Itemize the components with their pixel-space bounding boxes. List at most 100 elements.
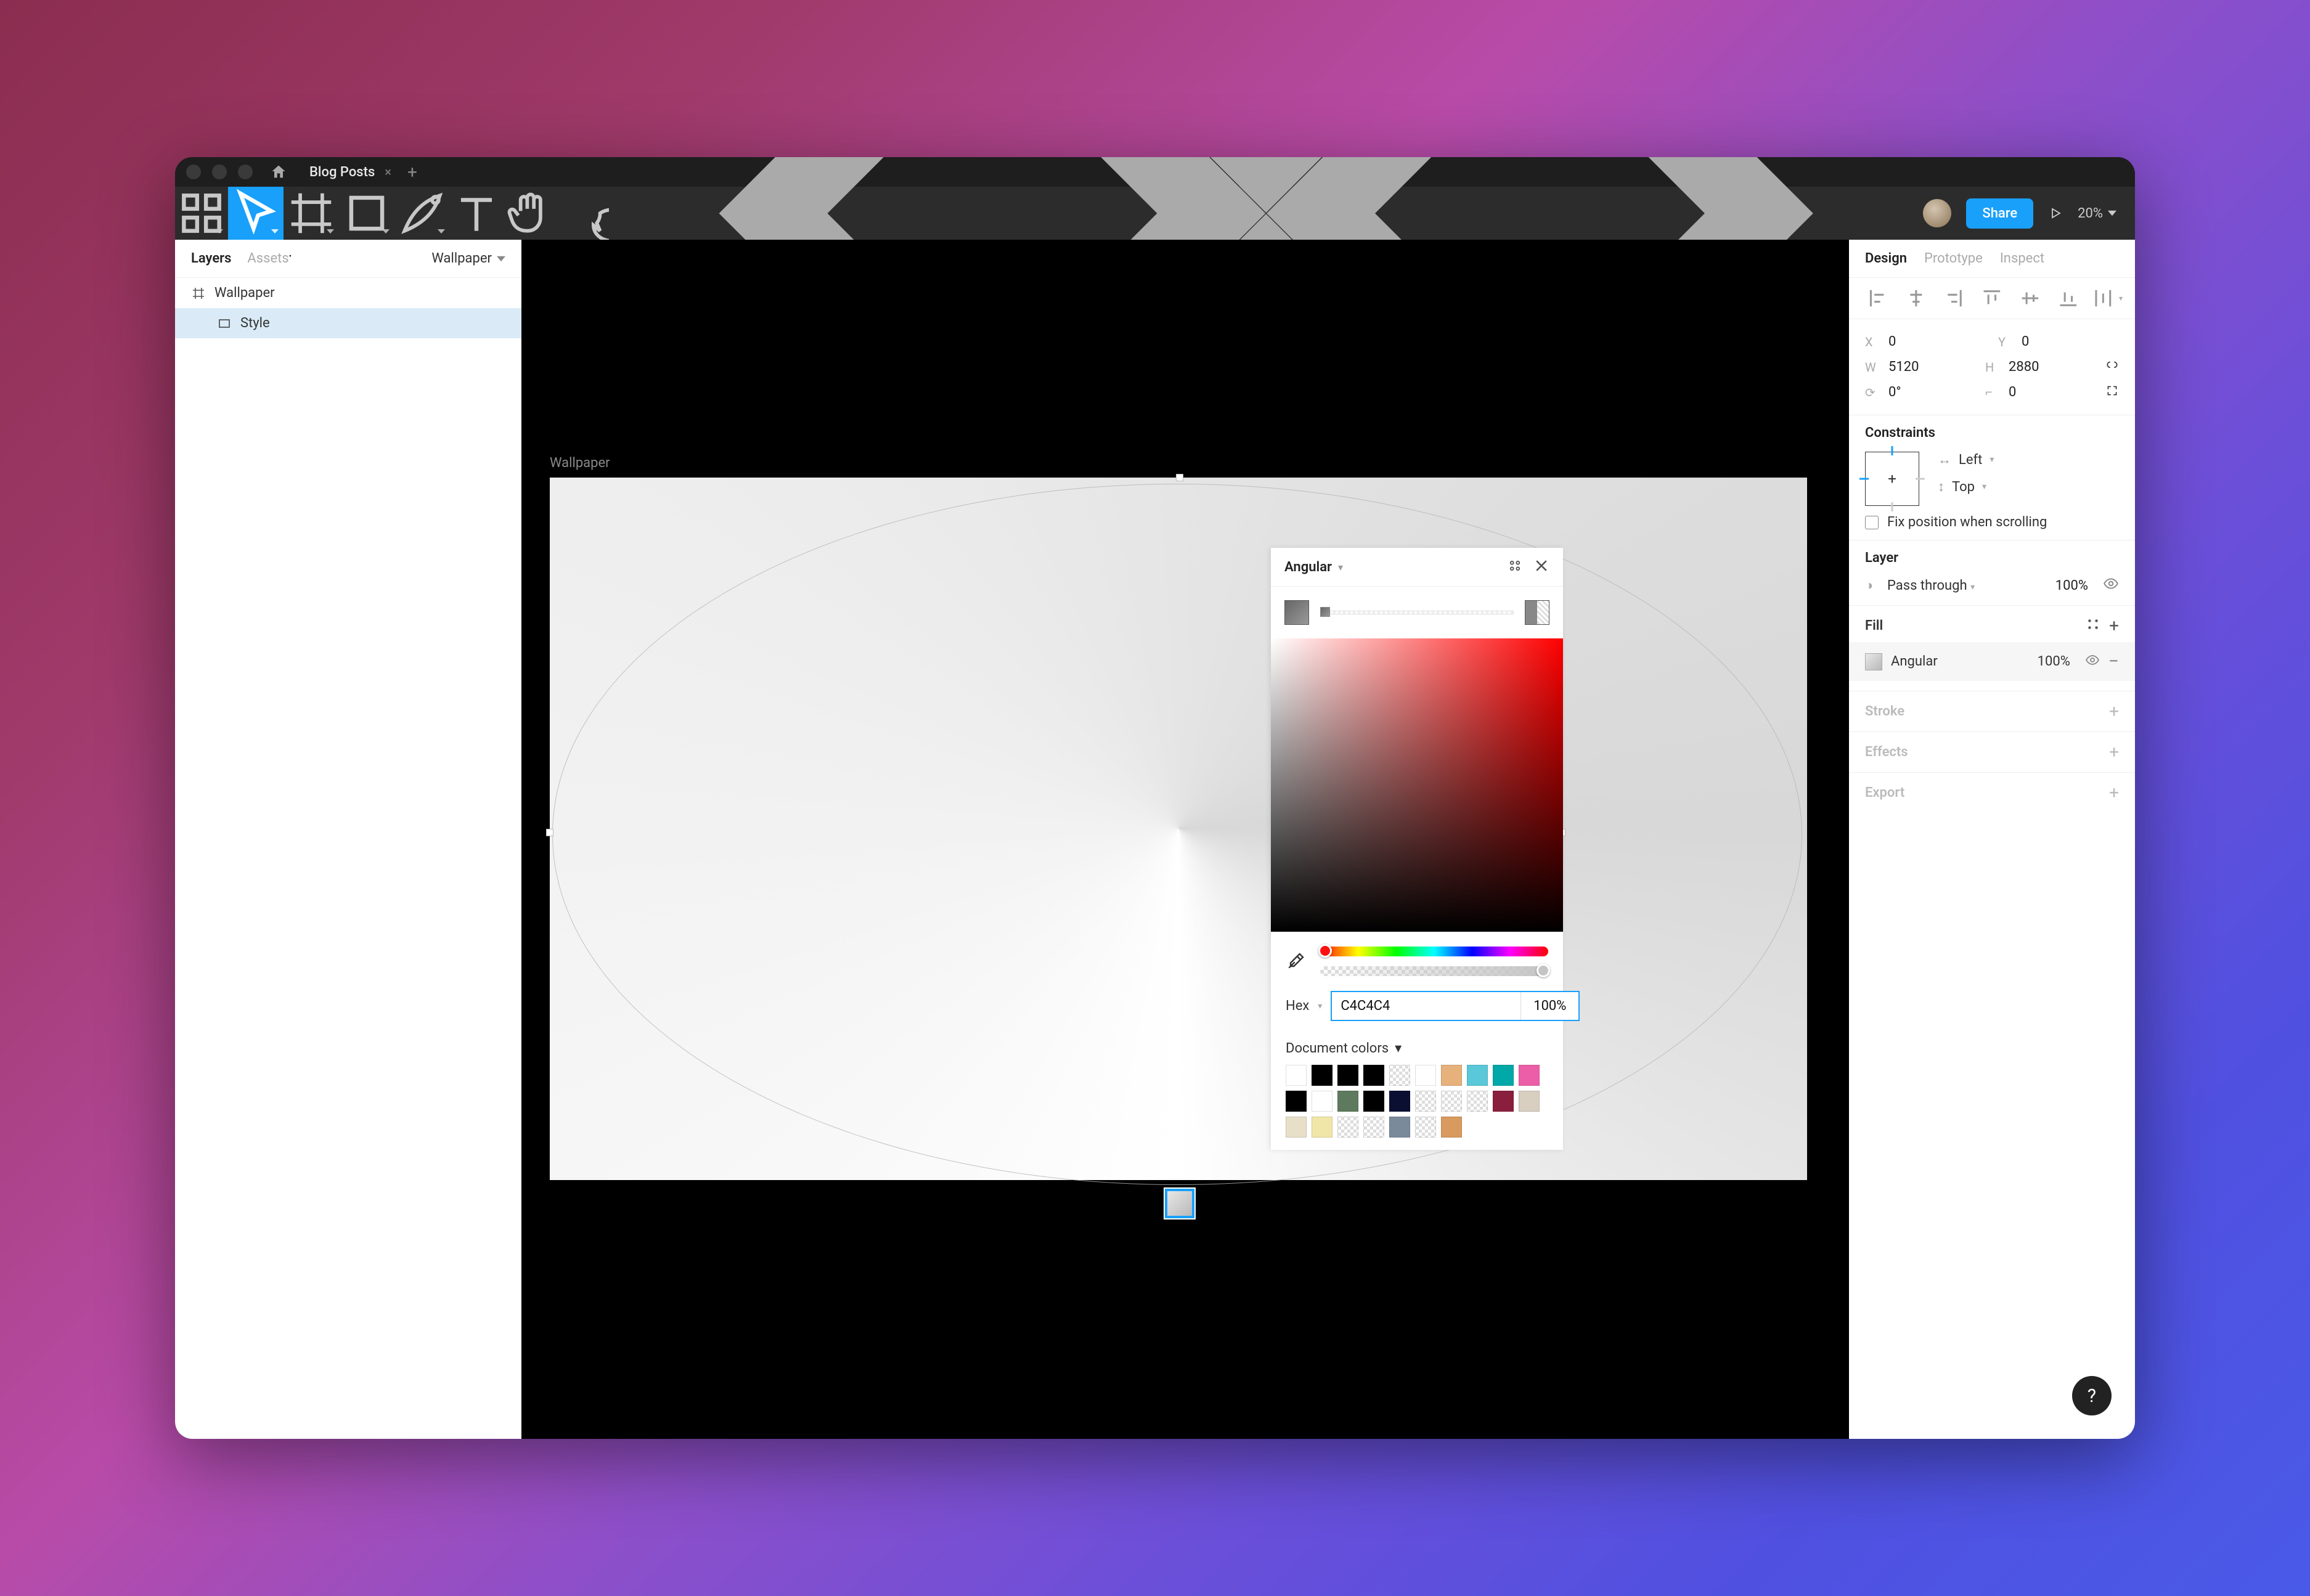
share-button[interactable]: Share [1966, 198, 2033, 229]
color-swatch[interactable] [1441, 1091, 1462, 1112]
add-fill-icon[interactable]: + [2109, 616, 2119, 636]
saturation-value-area[interactable] [1271, 638, 1563, 932]
align-right-icon[interactable] [1937, 287, 1970, 310]
color-swatch[interactable] [1467, 1065, 1488, 1086]
align-left-icon[interactable] [1861, 287, 1895, 310]
hex-label[interactable]: Hex [1286, 998, 1309, 1014]
color-swatch[interactable] [1389, 1065, 1410, 1086]
page-selector[interactable]: Wallpaper [431, 251, 505, 266]
canvas-ellipse[interactable] [552, 484, 1802, 1185]
close-dot[interactable] [186, 165, 201, 179]
h-value[interactable]: 2880 [2009, 359, 2093, 375]
align-bottom-icon[interactable] [2052, 287, 2085, 310]
color-swatch[interactable] [1363, 1065, 1384, 1086]
color-swatch[interactable] [1286, 1091, 1307, 1112]
x-value[interactable]: 0 [1888, 334, 1986, 349]
document-colors-label[interactable]: Document colors ▾ [1286, 1041, 1548, 1056]
add-stroke-icon[interactable]: + [2109, 701, 2119, 722]
tab-design[interactable]: Design [1865, 251, 1907, 266]
style-icon[interactable] [2087, 618, 2099, 634]
move-tool[interactable] [228, 187, 284, 240]
avatar[interactable] [1923, 199, 1951, 227]
color-swatch[interactable] [1415, 1065, 1436, 1086]
rotation-value[interactable]: 0° [1888, 385, 1973, 400]
opacity-knob[interactable] [1537, 964, 1550, 977]
constraints-widget[interactable]: + [1865, 452, 1919, 506]
color-swatch[interactable] [1337, 1091, 1358, 1112]
comment-tool[interactable] [556, 187, 609, 240]
canvas[interactable]: Wallpaper Angular ▾ [521, 240, 1849, 1439]
visibility-icon[interactable] [2085, 653, 2100, 671]
color-swatch[interactable] [1337, 1065, 1358, 1086]
color-swatch[interactable] [1519, 1091, 1540, 1112]
color-swatch[interactable] [1467, 1091, 1488, 1112]
color-panel-title[interactable]: Angular [1284, 560, 1332, 575]
hex-input[interactable] [1332, 992, 1520, 1020]
color-swatch[interactable] [1363, 1091, 1384, 1112]
close-tab-icon[interactable]: × [385, 165, 391, 179]
gradient-flip-button[interactable] [1525, 600, 1549, 625]
effects-section[interactable]: Effects+ [1849, 732, 2135, 773]
styles-icon[interactable] [1508, 558, 1522, 576]
blend-mode-select[interactable]: Pass through ▾ [1887, 578, 2047, 593]
zoom-dropdown[interactable]: 20% [2078, 206, 2116, 221]
link-dimensions-icon[interactable] [2105, 359, 2119, 376]
align-top-icon[interactable] [1975, 287, 2009, 310]
home-icon[interactable] [270, 163, 287, 181]
stroke-section[interactable]: Stroke+ [1849, 691, 2135, 732]
frame-label[interactable]: Wallpaper [550, 455, 610, 471]
gradient-swatch-button[interactable] [1284, 600, 1309, 625]
distribute-icon[interactable]: ▾ [2089, 287, 2123, 310]
fill-swatch[interactable] [1865, 653, 1882, 670]
color-swatch[interactable] [1441, 1065, 1462, 1086]
color-swatch[interactable] [1415, 1117, 1436, 1138]
tab-inspect[interactable]: Inspect [2000, 251, 2044, 266]
color-swatch[interactable] [1363, 1117, 1384, 1138]
gradient-stops-slider[interactable] [1320, 609, 1514, 616]
fill-row[interactable]: Angular 100% − [1849, 642, 2135, 681]
present-icon[interactable] [2048, 206, 2063, 221]
layer-opacity[interactable]: 100% [2055, 578, 2088, 593]
align-vcenter-icon[interactable] [2014, 287, 2047, 310]
pen-tool[interactable] [394, 187, 450, 240]
add-effect-icon[interactable]: + [2109, 742, 2119, 762]
layers-tab[interactable]: Layers [191, 251, 231, 266]
align-hcenter-icon[interactable] [1900, 287, 1933, 310]
gradient-stop-handle[interactable] [1320, 607, 1330, 617]
visibility-icon[interactable] [2103, 576, 2119, 595]
color-swatch[interactable] [1493, 1091, 1514, 1112]
fill-preview-badge[interactable] [1165, 1189, 1194, 1218]
shape-tool[interactable] [339, 187, 394, 240]
color-swatch[interactable] [1389, 1091, 1410, 1112]
y-value[interactable]: 0 [2022, 334, 2119, 349]
add-tab-button[interactable]: + [407, 162, 417, 182]
assets-tab[interactable]: Assets• [247, 251, 292, 266]
fix-position-row[interactable]: Fix position when scrolling [1865, 506, 2119, 530]
hue-knob[interactable] [1318, 944, 1332, 958]
color-swatch[interactable] [1312, 1117, 1333, 1138]
color-swatch[interactable] [1493, 1065, 1514, 1086]
corner-value[interactable]: 0 [2009, 385, 2093, 400]
remove-fill-icon[interactable]: − [2108, 651, 2119, 672]
close-icon[interactable] [1533, 558, 1549, 576]
opacity-slider[interactable] [1320, 966, 1548, 976]
color-swatch[interactable] [1441, 1117, 1462, 1138]
color-swatch[interactable] [1389, 1117, 1410, 1138]
help-button[interactable]: ? [2072, 1376, 2112, 1415]
independent-corners-icon[interactable] [2105, 384, 2119, 401]
add-export-icon[interactable]: + [2109, 783, 2119, 803]
minimize-dot[interactable] [212, 165, 227, 179]
layer-row-frame[interactable]: Wallpaper [175, 278, 521, 308]
color-swatch[interactable] [1519, 1065, 1540, 1086]
tab-prototype[interactable]: Prototype [1924, 251, 1983, 266]
hue-slider[interactable] [1320, 947, 1548, 956]
layer-row-shape[interactable]: Style [175, 308, 521, 338]
text-tool[interactable] [450, 187, 503, 240]
color-swatch[interactable] [1312, 1065, 1333, 1086]
checkbox[interactable] [1865, 516, 1879, 529]
frame-tool[interactable] [284, 187, 339, 240]
export-section[interactable]: Export+ [1849, 773, 2135, 813]
color-swatch[interactable] [1337, 1117, 1358, 1138]
color-swatch[interactable] [1312, 1091, 1333, 1112]
color-swatch[interactable] [1286, 1065, 1307, 1086]
